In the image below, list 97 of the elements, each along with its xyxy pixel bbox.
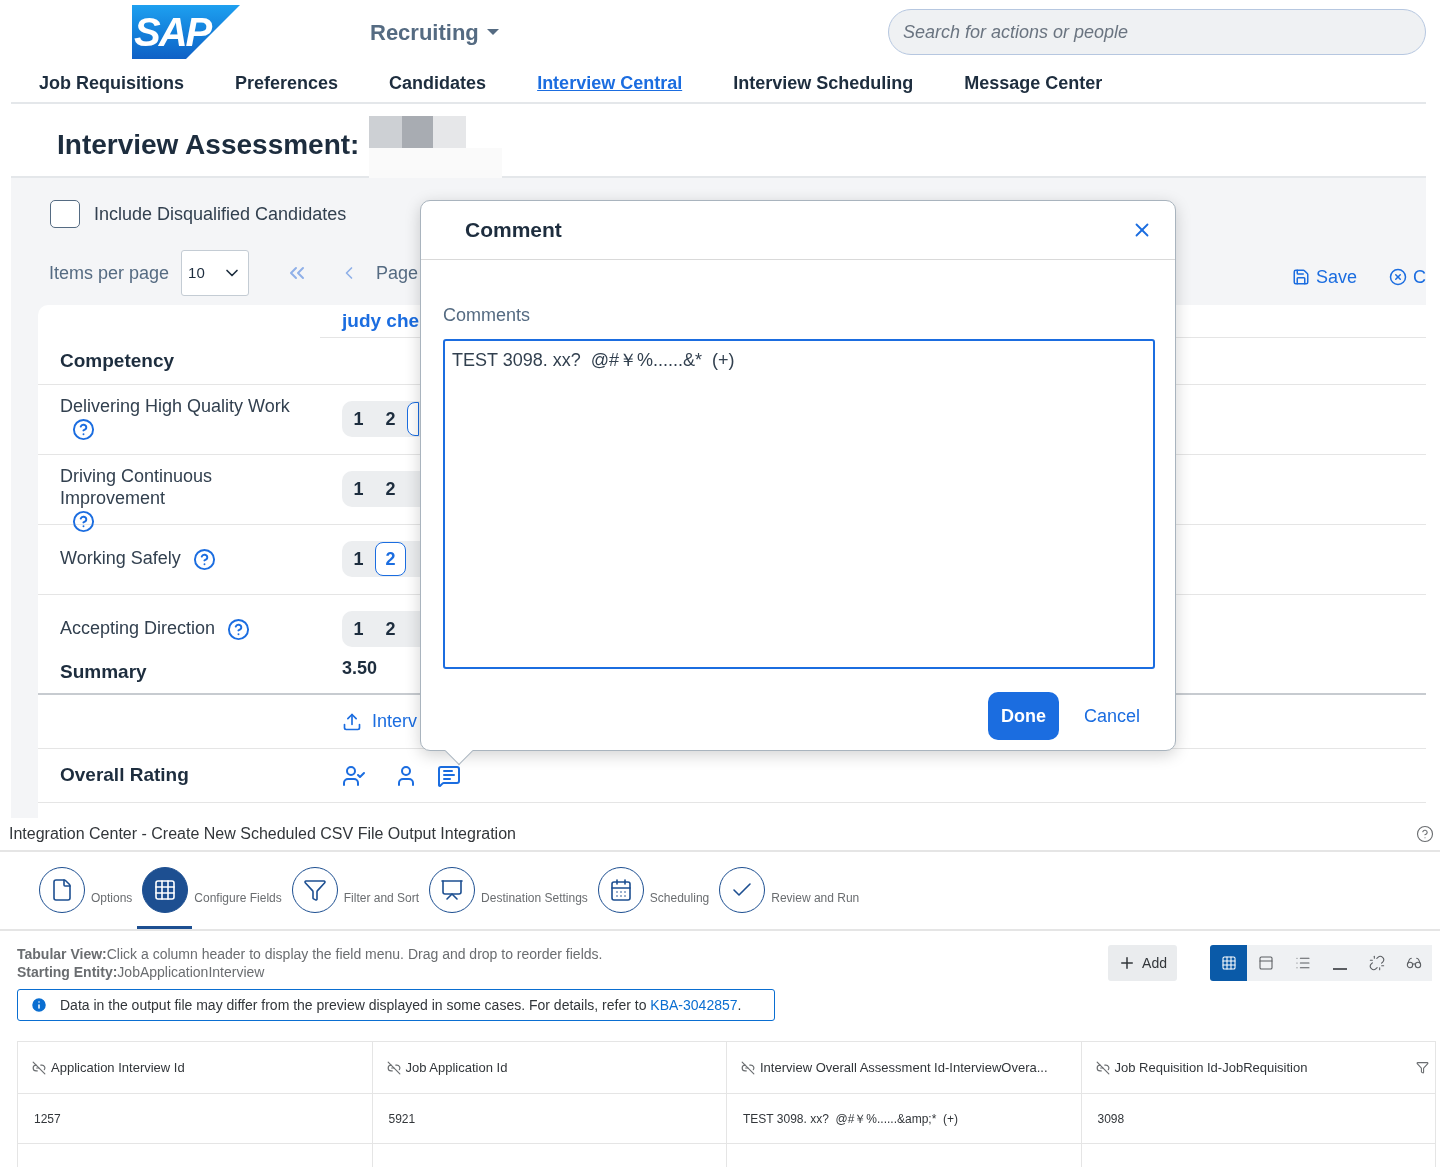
- info-icon: [30, 996, 48, 1014]
- overall-rating-label: Overall Rating: [60, 763, 190, 788]
- step-label: Destination Settings: [481, 890, 588, 907]
- items-per-page-select[interactable]: 10: [181, 250, 250, 296]
- nav-tab[interactable]: Interview Scheduling: [733, 69, 914, 97]
- cancel-button[interactable]: Cancel: [1070, 692, 1153, 740]
- help-icon[interactable]: [227, 617, 251, 641]
- close-circle-icon: [1389, 268, 1407, 286]
- step-button[interactable]: [39, 867, 85, 913]
- glasses-icon: [1405, 955, 1422, 971]
- checkbox-label: Include Disqualified Candidates: [94, 202, 347, 226]
- nav-tab[interactable]: Preferences: [235, 69, 339, 97]
- help-icon[interactable]: [192, 547, 216, 571]
- competency-name: Delivering High Quality Work: [60, 395, 290, 417]
- cancel-button[interactable]: C: [1389, 263, 1426, 291]
- column-header[interactable]: Application Interview Id: [18, 1042, 373, 1094]
- rating-option[interactable]: [407, 402, 419, 436]
- table-cell: TEST 3098. xx? @#￥%......&amp;* (+): [727, 1094, 1082, 1144]
- upload-link[interactable]: Interv: [342, 708, 418, 735]
- field-label: Comments: [443, 304, 532, 327]
- page-label: Page: [376, 261, 419, 285]
- step-button[interactable]: [597, 867, 644, 913]
- column-header[interactable]: Job Application Id: [372, 1042, 727, 1094]
- rating-option[interactable]: 2: [375, 542, 406, 576]
- filter-icon: [302, 878, 327, 902]
- view-toggle[interactable]: [1395, 945, 1432, 981]
- nav-tab[interactable]: Message Center: [964, 69, 1103, 97]
- competency-name: Accepting Direction: [60, 617, 216, 639]
- column-header[interactable]: Interview Overall Assessment Id-InterviewOvera...: [727, 1042, 1082, 1094]
- checkbox[interactable]: [50, 200, 80, 228]
- unlinked-icon: [32, 1060, 46, 1075]
- rating-option[interactable]: 2: [375, 402, 406, 436]
- help-icon[interactable]: [72, 417, 95, 441]
- items-per-page-label: Items per page: [49, 261, 170, 285]
- summary-label: Summary: [60, 659, 148, 684]
- save-button[interactable]: Save: [1291, 263, 1357, 291]
- page-title: Interview Assessment:: [57, 128, 360, 162]
- step-label: Review and Run: [771, 890, 860, 907]
- dialog-title: Comment: [465, 217, 562, 244]
- help-icon[interactable]: [72, 509, 95, 533]
- column-header: Competency: [60, 348, 175, 373]
- help-icon[interactable]: [1416, 825, 1434, 843]
- rating-option[interactable]: 1: [343, 612, 374, 646]
- step-button[interactable]: [429, 867, 476, 913]
- step-underline: [137, 926, 193, 929]
- summary-score: 3.50: [342, 657, 379, 680]
- unlink-icon: [1368, 955, 1385, 971]
- info-message: Data in the output file may differ from the preview displayed in some cases. For details, refer to KBA-3042857.: [60, 995, 742, 1015]
- grid-icon: [153, 878, 178, 902]
- add-button[interactable]: Add: [1108, 945, 1177, 981]
- nav-tab[interactable]: Job Requisitions: [39, 69, 184, 97]
- competency-name: Working Safely: [60, 547, 181, 569]
- comment-icon[interactable]: [437, 763, 461, 788]
- filter-icon: [1416, 1061, 1429, 1074]
- rating-option[interactable]: 1: [343, 402, 374, 436]
- integration-title: Integration Center - Create New Scheduled CSV File Output Integration: [9, 824, 516, 844]
- step-label: Filter and Sort: [343, 890, 420, 907]
- tabular-view-text: Tabular View:Click a column header to display the field menu. Drag and drop to reorder fields.: [17, 945, 604, 963]
- view-toggle[interactable]: [1210, 945, 1247, 981]
- nav-tab[interactable]: Interview Central: [537, 69, 683, 97]
- column-header[interactable]: Job Requisition Id-JobRequisition: [1081, 1042, 1436, 1094]
- grid-icon: [1220, 955, 1237, 971]
- step-label: Options: [91, 890, 133, 907]
- table-cell: 3098: [1081, 1094, 1436, 1144]
- view-toggle[interactable]: [1247, 945, 1284, 981]
- rating-option[interactable]: 2: [375, 472, 406, 506]
- step-button[interactable]: [291, 867, 338, 913]
- search-field[interactable]: Search for actions or people: [888, 9, 1426, 55]
- step-label: Scheduling: [649, 890, 710, 907]
- kba-link[interactable]: KBA-3042857: [650, 996, 738, 1013]
- unlinked-icon: [741, 1060, 755, 1075]
- done-button[interactable]: Done: [987, 692, 1059, 740]
- starting-entity-text: Starting Entity:JobApplicationInterview: [17, 963, 266, 981]
- step-button[interactable]: [719, 867, 766, 913]
- nav-tab[interactable]: Candidates: [389, 69, 487, 97]
- candidate-link[interactable]: judy che: [342, 306, 420, 335]
- table-cell: 1257: [18, 1094, 373, 1144]
- rating-option[interactable]: 2: [375, 612, 406, 646]
- logo: SAP: [132, 5, 240, 59]
- step-label: Configure Fields: [194, 890, 282, 907]
- table-cell: 5921: [372, 1094, 727, 1144]
- document-icon: [50, 878, 74, 902]
- rating-option[interactable]: 1: [343, 472, 374, 506]
- step-button[interactable]: [142, 867, 189, 913]
- caret-icon: [486, 29, 499, 35]
- panel-icon: [1257, 955, 1274, 971]
- rating-option[interactable]: 1: [343, 542, 374, 576]
- list-icon: [1294, 955, 1311, 971]
- competency-name: Driving Continuous Improvement: [60, 465, 214, 509]
- line-icon: [1332, 968, 1347, 970]
- calendar-icon: [608, 878, 633, 902]
- unlinked-icon: [1095, 1060, 1110, 1075]
- comment-field[interactable]: TEST 3098. xx? @#￥%......&* (+): [443, 339, 1155, 669]
- unlinked-icon: [386, 1060, 401, 1075]
- person-check-icon[interactable]: [342, 763, 366, 788]
- upload-icon: [342, 711, 362, 732]
- module-dropdown[interactable]: Recruiting: [370, 15, 499, 49]
